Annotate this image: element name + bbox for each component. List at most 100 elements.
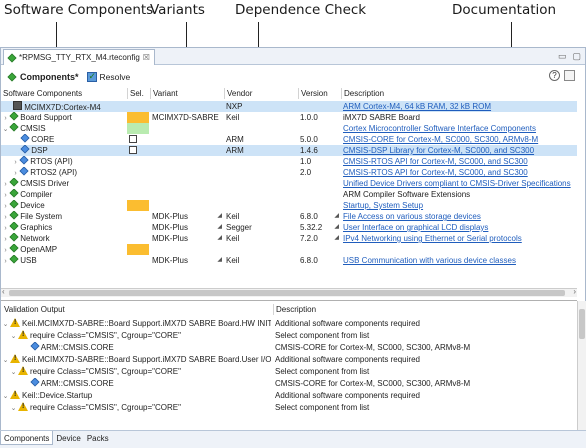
collapse-arrow-icon[interactable]: ⌄	[1, 319, 10, 329]
validation-row[interactable]: ⌄Keil.MCIMX7D-SABRE::Board Support.iMX7D…	[1, 354, 577, 365]
validation-row[interactable]: ⌄require Cclass="CMSIS", Cgroup="CORE" S…	[1, 366, 577, 377]
editor-tab[interactable]: *RPMSG_TTY_RTX_M4.rteconfig ☒	[3, 49, 155, 65]
subcomponent-icon	[20, 145, 30, 154]
editor-tab-title: *RPMSG_TTY_RTX_M4.rteconfig	[19, 53, 140, 62]
expand-arrow-icon[interactable]: ›	[1, 113, 10, 123]
table-row[interactable]: › Graphics MDK-Plus ◢ Segger 5.32.2 ◢ User…	[1, 222, 577, 233]
callout-dependence-check: Dependence Check	[235, 2, 367, 18]
tab-components[interactable]: Components	[0, 431, 54, 445]
validation-row[interactable]: ARM::CMSIS.CORE CMSIS-CORE for Cortex-M,…	[1, 342, 577, 353]
table-row[interactable]: DSP ARM 1.4.6 CMSIS-DSP Library for Cort…	[1, 145, 577, 156]
table-row[interactable]: › File System MDK-Plus ◢ Keil 6.8.0 ◢ File…	[1, 211, 577, 222]
expand-arrow-icon[interactable]: ›	[1, 190, 10, 200]
expand-arrow-icon[interactable]: ›	[1, 256, 10, 266]
table-row[interactable]: › RTOS2 (API) 2.0 CMSIS-RTOS API for Cor…	[1, 167, 577, 178]
scrollbar-thumb[interactable]	[9, 290, 565, 296]
editor-tabbar: *RPMSG_TTY_RTX_M4.rteconfig ☒ ▭ ▢	[1, 48, 585, 65]
selection-indicator[interactable]	[127, 244, 149, 255]
col-description[interactable]: Description	[341, 88, 577, 99]
col-version[interactable]: Version	[298, 88, 340, 99]
subcomponent-icon	[30, 378, 40, 387]
validation-row[interactable]: ⌄Keil.MCIMX7D-SABRE::Board Support.iMX7D…	[1, 318, 577, 329]
subcomponent-icon	[19, 167, 29, 176]
table-row[interactable]: › RTOS (API) 1.0 CMSIS-RTOS API for Cort…	[1, 156, 577, 167]
tab-device[interactable]: Device	[53, 431, 83, 445]
minimize-icon[interactable]: ▭	[558, 51, 567, 62]
version-dropdown-icon[interactable]: ◢	[334, 233, 339, 244]
selection-indicator[interactable]	[127, 123, 149, 134]
subcomponent-icon	[20, 134, 30, 143]
variant-dropdown-icon[interactable]: ◢	[217, 255, 222, 266]
maximize-icon[interactable]: ▢	[572, 51, 581, 62]
subcomponent-icon	[30, 342, 40, 351]
col-validation-description[interactable]: Description	[273, 304, 573, 315]
col-vendor[interactable]: Vendor	[224, 88, 297, 99]
table-row[interactable]: › Board Support MCIMX7D-SABRE Keil 1.0.0…	[1, 112, 577, 123]
selection-indicator[interactable]	[127, 112, 149, 123]
component-icon	[9, 178, 19, 187]
select-checkbox[interactable]	[129, 135, 137, 143]
tab-packs[interactable]: Packs	[84, 431, 112, 445]
scrollbar-thumb[interactable]	[579, 309, 585, 339]
component-icon	[9, 200, 19, 209]
save-icon[interactable]	[564, 70, 575, 81]
subcomponent-icon	[19, 156, 29, 165]
table-row[interactable]: MCIMX7D:Cortex-M4 NXP ARM Cortex-M4, 64 …	[1, 101, 577, 112]
expand-arrow-icon[interactable]: ›	[11, 157, 20, 167]
window-controls: ▭ ▢	[558, 51, 581, 62]
component-icon	[9, 123, 19, 132]
scroll-right-icon[interactable]: ›	[573, 287, 576, 296]
table-row[interactable]: › OpenAMP	[1, 244, 577, 255]
table-row[interactable]: › Device Startup, System Setup	[1, 200, 577, 211]
expand-arrow-icon[interactable]: ›	[1, 223, 10, 233]
validation-table: Validation Output Description ⌄Keil.MCIM…	[1, 300, 577, 437]
expand-arrow-icon[interactable]: ›	[1, 234, 10, 244]
help-icon[interactable]: ?	[549, 70, 560, 81]
validation-row[interactable]: ⌄Keil::Device.Startup Additional softwar…	[1, 390, 577, 401]
table-row[interactable]: ⌄ CMSIS Cortex Microcontroller Software …	[1, 123, 577, 134]
col-validation-output[interactable]: Validation Output	[1, 304, 271, 315]
validation-row[interactable]: ⌄require Cclass="CMSIS", Cgroup="CORE" S…	[1, 330, 577, 341]
component-icon	[9, 112, 19, 121]
expand-arrow-icon[interactable]: ›	[1, 212, 10, 222]
expand-arrow-icon[interactable]: ›	[11, 168, 20, 178]
collapse-arrow-icon[interactable]: ⌄	[9, 331, 18, 341]
collapse-arrow-icon[interactable]: ⌄	[1, 355, 10, 365]
version-dropdown-icon[interactable]: ◢	[334, 222, 339, 233]
scroll-left-icon[interactable]: ‹	[2, 287, 5, 296]
col-variant[interactable]: Variant	[150, 88, 223, 99]
components-title: Components*	[20, 71, 79, 82]
resolve-button[interactable]: Resolve	[86, 71, 130, 82]
variant-dropdown-icon[interactable]: ◢	[217, 211, 222, 222]
validation-vscrollbar[interactable]	[577, 301, 586, 434]
components-table: Software Components Sel. Variant Vendor …	[1, 88, 577, 295]
select-checkbox[interactable]	[129, 146, 137, 154]
table-row[interactable]: › USB MDK-Plus ◢ Keil 6.8.0 USB Communica…	[1, 255, 577, 266]
table-row[interactable]: › Compiler ARM Compiler Software Extensi…	[1, 189, 577, 200]
variant-dropdown-icon[interactable]: ◢	[217, 222, 222, 233]
collapse-arrow-icon[interactable]: ⌄	[1, 391, 10, 401]
version-dropdown-icon[interactable]: ◢	[334, 211, 339, 222]
collapse-arrow-icon[interactable]: ⌄	[9, 367, 18, 377]
expand-arrow-icon[interactable]: ›	[1, 201, 10, 211]
component-icon	[9, 222, 19, 231]
variant-dropdown-icon[interactable]: ◢	[217, 233, 222, 244]
validation-row[interactable]: ⌄require Cclass="CMSIS", Cgroup="CORE" S…	[1, 402, 577, 413]
collapse-arrow-icon[interactable]: ⌄	[1, 124, 10, 134]
components-toolbar: Components* Resolve ?	[1, 66, 585, 87]
components-icon	[7, 71, 17, 82]
expand-arrow-icon[interactable]: ›	[1, 245, 10, 255]
table-row[interactable]: › Network MDK-Plus ◢ Keil 7.2.0 ◢ IPv4 Net…	[1, 233, 577, 244]
components-hscrollbar[interactable]: ‹ ›	[1, 287, 577, 297]
expand-arrow-icon[interactable]: ›	[1, 179, 10, 189]
table-row[interactable]: CORE ARM 5.0.0 CMSIS-CORE for Cortex-M, …	[1, 134, 577, 145]
components-header: Software Components Sel. Variant Vendor …	[1, 88, 577, 99]
collapse-arrow-icon[interactable]: ⌄	[9, 403, 18, 413]
col-software-components[interactable]: Software Components	[1, 88, 126, 99]
table-row[interactable]: › CMSIS Driver Unified Device Drivers co…	[1, 178, 577, 189]
col-sel[interactable]: Sel.	[127, 88, 149, 99]
close-tab-icon[interactable]: ☒	[143, 53, 150, 62]
warning-icon	[10, 390, 20, 399]
selection-indicator[interactable]	[127, 200, 149, 211]
validation-row[interactable]: ARM::CMSIS.CORE CMSIS-CORE for Cortex-M,…	[1, 378, 577, 389]
